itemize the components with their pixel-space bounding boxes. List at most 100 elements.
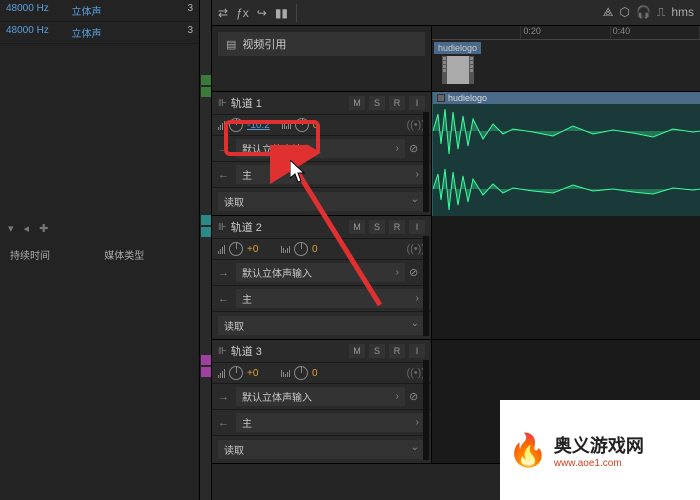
volume-knob[interactable] xyxy=(229,118,243,132)
input-select[interactable]: 默认立体声输入› xyxy=(236,387,405,406)
timeline-ruler-area[interactable]: 0:20 0:40 hudielogo xyxy=(432,26,700,91)
automation-mode-select[interactable]: 读取⌄ xyxy=(218,440,425,459)
time-ruler[interactable]: 0:20 0:40 xyxy=(432,26,700,40)
channel-count: 3 xyxy=(128,3,193,18)
metronome-icon[interactable]: ⟁ xyxy=(603,5,614,20)
video-reference-row[interactable]: ▤ 视频引用 xyxy=(218,32,425,56)
input-select[interactable]: 默认立体声输入› xyxy=(236,263,405,282)
fx-icon[interactable]: ƒx xyxy=(236,6,249,20)
ruler-tick xyxy=(432,26,521,39)
sample-rate: 48000 Hz xyxy=(6,3,71,18)
track2-color[interactable] xyxy=(201,227,211,237)
volume-value[interactable]: +0 xyxy=(247,368,269,379)
track-color-strip xyxy=(200,0,212,500)
prev-icon[interactable]: ◂ xyxy=(24,222,30,235)
pan-knob[interactable] xyxy=(295,118,309,132)
output-arrow-icon[interactable]: ← xyxy=(218,169,232,181)
pan-bars-icon xyxy=(281,246,290,253)
duration-header[interactable]: 持续时间 xyxy=(10,247,104,262)
pan-value[interactable]: 0 xyxy=(313,120,335,131)
media-tools: ▾ ◂ ✚ xyxy=(0,214,199,243)
pan-value[interactable]: 0 xyxy=(312,368,334,379)
mute-button[interactable]: M xyxy=(349,96,365,110)
record-button[interactable]: R xyxy=(389,96,405,110)
input-arrow-icon[interactable]: → xyxy=(218,143,232,155)
volume-value[interactable]: -10.2 xyxy=(247,120,270,131)
volume-knob[interactable] xyxy=(229,242,243,256)
track-name[interactable]: 轨道 1 xyxy=(231,95,345,111)
output-select[interactable]: 主› xyxy=(236,165,425,184)
mute-button[interactable]: M xyxy=(349,220,365,234)
solo-button[interactable]: S xyxy=(369,220,385,234)
volume-row: -10.2 0 ((•)) xyxy=(212,115,431,136)
track-name[interactable]: 轨道 3 xyxy=(231,343,345,359)
track-waveform-icon: ⊪ xyxy=(218,222,227,233)
media-type-header[interactable]: 媒体类型 xyxy=(104,247,189,262)
track-waveform-icon: ⊪ xyxy=(218,346,227,357)
headphones-icon[interactable]: 🎧 xyxy=(636,5,651,20)
automation-mode-select[interactable]: 读取⌄ xyxy=(218,192,425,211)
video-clip-label: hudielogo xyxy=(434,42,481,54)
cursor-icon xyxy=(290,160,308,184)
track-name[interactable]: 轨道 2 xyxy=(231,219,345,235)
input-arrow-icon[interactable]: → xyxy=(218,267,232,279)
track3-color[interactable] xyxy=(201,367,211,377)
output-arrow-icon[interactable]: ← xyxy=(218,417,232,429)
add-icon[interactable]: ✚ xyxy=(39,222,48,235)
track-lane[interactable] xyxy=(432,216,700,339)
input-button[interactable]: I xyxy=(409,220,425,234)
filter-icon[interactable]: ▾ xyxy=(8,222,14,235)
media-row[interactable]: 48000 Hz 立体声 3 xyxy=(0,0,199,22)
video-ref-label: 视频引用 xyxy=(242,36,286,52)
level-meter xyxy=(423,112,429,212)
input-select[interactable]: 默认立体声输入› xyxy=(236,139,405,158)
swap-icon[interactable]: ⇄ xyxy=(218,6,228,20)
hms-label[interactable]: hms xyxy=(671,5,694,20)
volume-value[interactable]: +0 xyxy=(247,244,269,255)
volume-knob[interactable] xyxy=(229,366,243,380)
channel-mode: 立体声 xyxy=(71,3,127,18)
clip-checkbox[interactable] xyxy=(437,94,445,102)
pan-knob[interactable] xyxy=(294,242,308,256)
audio-clip[interactable]: hudielogo xyxy=(432,92,700,222)
record-button[interactable]: R xyxy=(389,220,405,234)
input-button[interactable]: I xyxy=(409,96,425,110)
record-button[interactable]: R xyxy=(389,344,405,358)
video-thumbnail[interactable] xyxy=(442,56,474,84)
snap-icon[interactable]: ⬡ xyxy=(619,5,629,20)
automation-mode-select[interactable]: 读取⌄ xyxy=(218,316,425,335)
track-2: ⊪轨道 2MSRI +00((•)) →默认立体声输入›⊘ ←主› 读取⌄ xyxy=(212,216,700,340)
input-button[interactable]: I xyxy=(409,344,425,358)
pan-knob[interactable] xyxy=(294,366,308,380)
media-panel: 48000 Hz 立体声 3 48000 Hz 立体声 3 ▾ ◂ ✚ 持续时间… xyxy=(0,0,200,500)
track3-color[interactable] xyxy=(201,355,211,365)
clip-name: hudielogo xyxy=(448,93,487,103)
watermark-url: www.aoe1.com xyxy=(554,458,644,469)
track2-color[interactable] xyxy=(201,215,211,225)
pan-value[interactable]: 0 xyxy=(312,244,334,255)
pan-bars-icon xyxy=(282,122,291,129)
ruler-tick: 0:40 xyxy=(611,26,700,39)
media-row[interactable]: 48000 Hz 立体声 3 xyxy=(0,22,199,44)
timeline-header: ▤ 视频引用 0:20 0:40 hudielogo xyxy=(212,26,700,92)
track-1: ⊪ 轨道 1 M S R I -10.2 0 ((•)) → xyxy=(212,92,700,216)
output-select[interactable]: 主› xyxy=(236,289,425,308)
volume-bars-icon xyxy=(218,245,225,254)
volume-bars-icon xyxy=(218,121,225,130)
output-arrow-icon[interactable]: ← xyxy=(218,293,232,305)
channel-mode: 立体声 xyxy=(71,25,127,40)
levels-icon[interactable]: ▮▮ xyxy=(275,6,288,20)
output-select[interactable]: 主› xyxy=(236,413,425,432)
track1-color[interactable] xyxy=(201,87,211,97)
solo-button[interactable]: S xyxy=(369,96,385,110)
solo-button[interactable]: S xyxy=(369,344,385,358)
level-meter xyxy=(423,360,429,460)
track1-color[interactable] xyxy=(201,75,211,85)
ruler-tick: 0:20 xyxy=(521,26,610,39)
send-icon[interactable]: ↪ xyxy=(257,6,267,20)
mute-button[interactable]: M xyxy=(349,344,365,358)
input-arrow-icon[interactable]: → xyxy=(218,391,232,403)
level-meter xyxy=(423,236,429,336)
track-lane[interactable]: hudielogo xyxy=(432,92,700,215)
mic-icon[interactable]: ⎍ xyxy=(657,5,665,20)
